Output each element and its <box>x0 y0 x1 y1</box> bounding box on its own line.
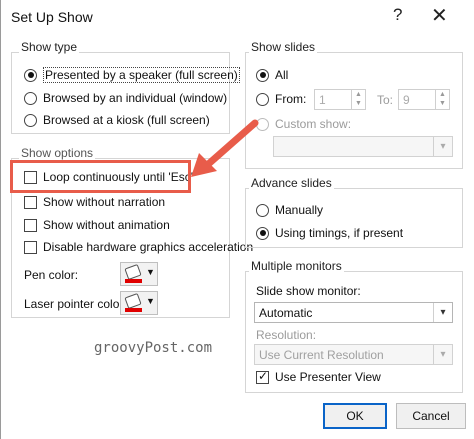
checkbox-label: Disable hardware graphics acceleration <box>43 240 254 254</box>
laser-pointer-color-label: Laser pointer color: <box>24 297 127 311</box>
slide-show-monitor-value: Automatic <box>259 306 313 320</box>
radio-using-timings[interactable]: Using timings, if present <box>256 226 403 240</box>
spinner-arrows[interactable]: ▲ ▼ <box>351 90 365 109</box>
to-slide-spinner[interactable]: 9 ▲ ▼ <box>398 89 450 110</box>
radio-presented-by-speaker[interactable]: Presented by a speaker (full screen) <box>24 67 240 83</box>
spinner-arrows[interactable]: ▲ ▼ <box>435 90 449 109</box>
checkbox-show-without-narration[interactable]: Show without narration <box>24 195 165 209</box>
to-label: To: <box>377 93 394 107</box>
radio-icon <box>256 203 269 217</box>
checkbox-icon <box>24 240 37 254</box>
radio-icon <box>256 68 269 82</box>
title-bar: Set Up Show ? ✕ <box>1 0 474 34</box>
radio-advance-manually[interactable]: Manually <box>256 203 323 217</box>
show-type-label: Show type <box>19 40 80 54</box>
checkbox-disable-hardware-acceleration[interactable]: Disable hardware graphics acceleration <box>24 240 253 254</box>
checkbox-label: Show without animation <box>43 218 170 232</box>
checkbox-label: Use Presenter View <box>275 370 381 384</box>
watermark-text: groovyPost.com <box>94 340 213 356</box>
custom-show-select[interactable]: ▾ <box>273 136 453 157</box>
chevron-down-icon: ▾ <box>433 303 452 322</box>
resolution-select[interactable]: Use Current Resolution ▾ <box>254 344 453 365</box>
multiple-monitors-label: Multiple monitors <box>249 259 344 273</box>
from-slide-value: 1 <box>319 93 326 107</box>
resolution-value: Use Current Resolution <box>259 348 384 362</box>
radio-label: Presented by a speaker (full screen) <box>43 67 240 83</box>
radio-icon <box>24 91 37 105</box>
slide-show-monitor-select[interactable]: Automatic ▾ <box>254 302 453 323</box>
pen-color-label: Pen color: <box>24 268 79 282</box>
show-slides-label: Show slides <box>249 40 318 54</box>
slide-show-monitor-label: Slide show monitor: <box>256 284 361 298</box>
checkbox-icon <box>24 218 37 232</box>
paint-bucket-icon <box>124 292 142 310</box>
resolution-label: Resolution: <box>256 328 317 342</box>
dialog-title: Set Up Show <box>11 9 93 25</box>
radio-icon <box>256 92 269 106</box>
radio-icon <box>256 226 269 240</box>
radio-all-slides[interactable]: All <box>256 68 288 82</box>
radio-label: Manually <box>275 203 324 217</box>
annotation-arrow-icon <box>191 119 259 177</box>
checkbox-use-presenter-view[interactable]: Use Presenter View <box>256 369 381 384</box>
pen-color-swatch <box>125 279 142 283</box>
dropdown-arrow-icon: ▼ <box>146 267 155 277</box>
annotation-highlight-box <box>10 160 191 193</box>
laser-color-swatch <box>125 308 142 312</box>
dropdown-arrow-icon: ▼ <box>146 296 155 306</box>
radio-from-slides[interactable]: From: <box>256 92 306 106</box>
checkbox-icon <box>256 369 269 384</box>
checkbox-label: Show without narration <box>43 195 166 209</box>
radio-icon <box>24 68 37 82</box>
advance-slides-label: Advance slides <box>249 176 334 190</box>
paint-bucket-icon <box>124 263 142 281</box>
radio-label: Browsed by an individual (window) <box>43 91 228 105</box>
radio-icon <box>24 113 37 127</box>
radio-label: All <box>275 68 289 82</box>
radio-label: Using timings, if present <box>275 226 404 240</box>
chevron-down-icon: ▾ <box>433 345 452 364</box>
radio-label: From: <box>275 92 307 106</box>
pen-color-button[interactable]: ▼ <box>120 262 158 286</box>
cancel-button[interactable]: Cancel <box>396 403 466 429</box>
radio-custom-show[interactable]: Custom show: <box>256 117 351 131</box>
set-up-show-dialog: Set Up Show ? ✕ Show type Presented by a… <box>0 0 474 439</box>
from-slide-spinner[interactable]: 1 ▲ ▼ <box>314 89 366 110</box>
help-button[interactable]: ? <box>393 5 402 25</box>
close-button[interactable]: ✕ <box>431 3 448 28</box>
laser-pointer-color-button[interactable]: ▼ <box>120 291 158 315</box>
checkbox-show-without-animation[interactable]: Show without animation <box>24 218 170 232</box>
to-slide-value: 9 <box>403 93 410 107</box>
checkbox-icon <box>24 195 37 209</box>
show-options-label: Show options <box>19 146 96 160</box>
radio-browsed-by-individual[interactable]: Browsed by an individual (window) <box>24 91 227 105</box>
radio-label: Custom show: <box>275 117 352 131</box>
ok-button[interactable]: OK <box>323 403 387 429</box>
chevron-down-icon: ▾ <box>433 137 452 156</box>
